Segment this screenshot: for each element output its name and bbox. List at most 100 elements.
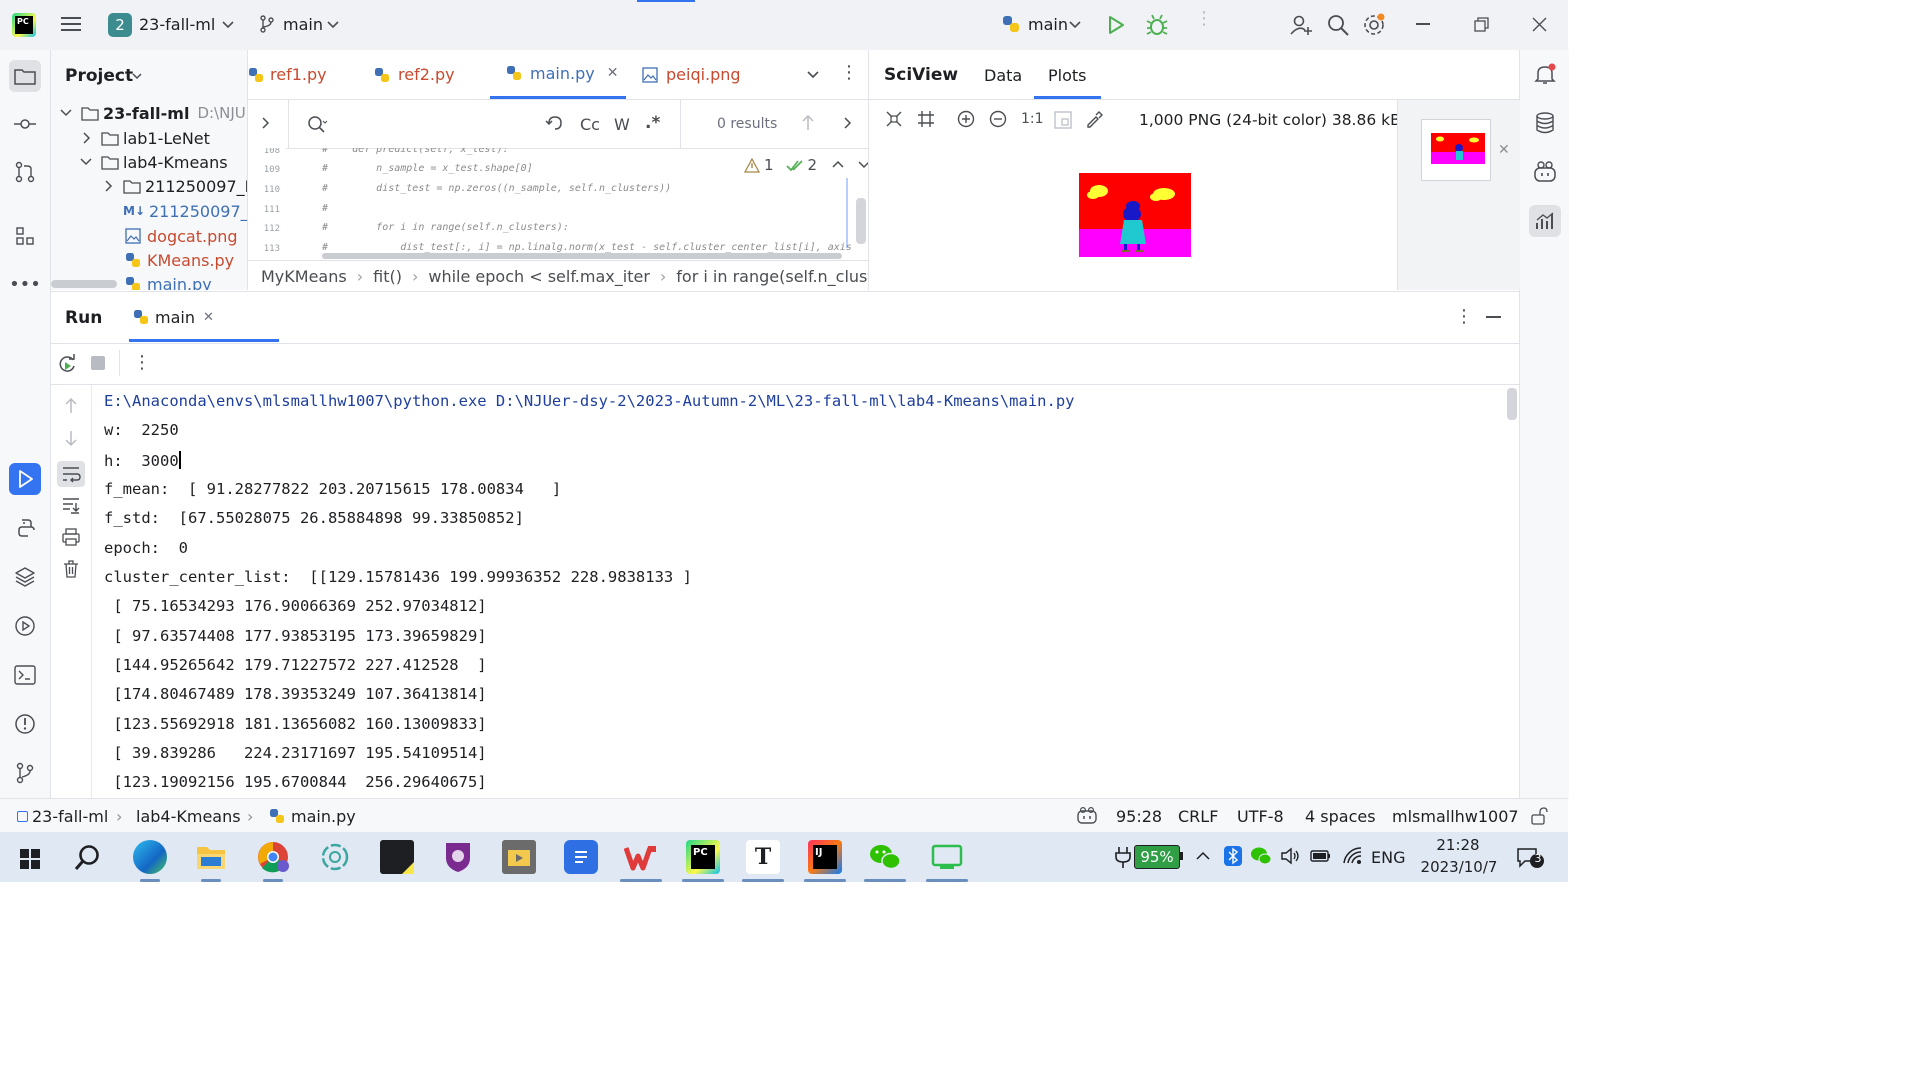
commit-icon[interactable] — [9, 108, 41, 140]
chrome-browser-icon[interactable] — [256, 840, 290, 874]
run-config-selector[interactable]: main — [1028, 15, 1068, 34]
editor-vertical-scrollbar[interactable] — [856, 198, 866, 244]
file-explorer-icon[interactable] — [194, 840, 228, 874]
find-input[interactable] — [332, 112, 536, 138]
scroll-down-arrow-icon[interactable] — [64, 429, 78, 447]
project-panel-title[interactable]: Project — [65, 66, 133, 86]
scroll-to-end-icon[interactable] — [61, 495, 81, 515]
typora-icon[interactable]: T — [746, 840, 780, 874]
services-icon[interactable] — [9, 610, 41, 642]
code-area[interactable]: 108 109 110 111 112 113 # def predict(se… — [248, 148, 868, 260]
more-actions-icon[interactable]: ⋮ — [1195, 10, 1213, 28]
close-tab-icon[interactable]: ✕ — [607, 65, 619, 81]
add-user-icon[interactable] — [1289, 13, 1313, 37]
university-app-icon[interactable] — [441, 840, 475, 874]
tree-item-lab4[interactable]: lab4-Kmeans — [79, 150, 228, 174]
rerun-icon[interactable] — [57, 354, 77, 374]
print-icon[interactable] — [61, 527, 81, 547]
terminal-icon[interactable] — [9, 659, 41, 691]
tab-ref1[interactable]: ref1.py — [248, 50, 368, 99]
battery-indicator[interactable]: 95% — [1134, 845, 1180, 869]
clear-trash-icon[interactable] — [61, 559, 81, 579]
regex-toggle[interactable]: .* — [645, 113, 660, 133]
battery-tray-icon[interactable] — [1310, 848, 1332, 864]
screen-share-icon[interactable] — [930, 840, 964, 874]
main-menu-icon[interactable] — [60, 14, 82, 34]
wechat-tray-icon[interactable] — [1250, 846, 1272, 866]
fit-to-window-icon[interactable] — [885, 110, 903, 128]
file-encoding[interactable]: UTF-8 — [1237, 807, 1284, 826]
horizontal-scrollbar[interactable] — [51, 280, 117, 288]
input-language[interactable]: ENG — [1371, 848, 1405, 867]
tab-ref2[interactable]: ref2.py — [374, 50, 484, 99]
tab-main[interactable]: main.py ✕ — [490, 50, 626, 99]
close-tab-icon[interactable]: ✕ — [203, 310, 214, 325]
pull-requests-icon[interactable] — [9, 156, 41, 188]
tree-item-subfolder[interactable]: 211250097_K — [103, 174, 247, 198]
tree-item-dogcat[interactable]: dogcat.png — [125, 224, 238, 248]
tab-peiqi[interactable]: peiqi.png — [642, 50, 782, 99]
python-interpreter[interactable]: mlsmallhw1007 — [1392, 807, 1519, 826]
soft-wrap-toggle-icon[interactable] — [57, 461, 85, 487]
history-icon[interactable] — [544, 114, 564, 132]
clock-time[interactable]: 21:28 — [1418, 836, 1498, 854]
close-window-icon[interactable] — [1532, 17, 1547, 32]
tree-item-markdown[interactable]: M↓ 211250097_K — [123, 199, 247, 223]
debug-icon[interactable] — [1146, 13, 1168, 37]
clock-date[interactable]: 2023/10/7 — [1414, 858, 1504, 876]
tray-overflow-chevron-icon[interactable] — [1195, 849, 1211, 863]
project-switcher[interactable]: 23-fall-ml — [139, 15, 215, 34]
tabs-overflow-chevron-icon[interactable] — [806, 68, 820, 82]
inspection-widget[interactable]: 1 2 — [744, 154, 868, 176]
intellij-icon[interactable]: IJ — [808, 840, 842, 874]
stop-icon[interactable] — [91, 356, 105, 370]
python-console-icon[interactable] — [9, 512, 41, 544]
restore-window-icon[interactable] — [1474, 17, 1489, 32]
minimize-window-icon[interactable] — [1416, 23, 1430, 25]
wifi-icon[interactable] — [1342, 846, 1364, 866]
color-picker-icon[interactable] — [1085, 110, 1103, 128]
tree-item-kmeans[interactable]: KMeans.py — [125, 248, 234, 272]
run-tab-main[interactable]: main ✕ — [129, 292, 279, 342]
database-icon[interactable] — [1529, 107, 1561, 139]
status-breadcrumb-file[interactable]: main.py — [291, 807, 356, 826]
more-tools-icon[interactable]: ••• — [9, 268, 41, 300]
indent-setting[interactable]: 4 spaces — [1305, 807, 1376, 826]
hide-panel-icon[interactable] — [1486, 316, 1501, 318]
previous-match-up-arrow-icon[interactable] — [801, 114, 815, 132]
breadcrumb-method[interactable]: fit() — [373, 267, 402, 286]
unlock-icon[interactable] — [1530, 807, 1548, 825]
plot-image[interactable] — [1077, 172, 1191, 258]
tree-item-lab1[interactable]: lab1-LeNet — [81, 126, 210, 150]
chatgpt-icon[interactable] — [318, 840, 352, 874]
chevron-down-icon[interactable] — [1068, 18, 1082, 32]
console-vertical-scrollbar[interactable] — [1507, 388, 1517, 420]
tree-item-main[interactable]: main.py — [125, 272, 212, 290]
actual-size-button[interactable]: 1:1 — [1021, 111, 1044, 127]
close-thumbnail-icon[interactable]: ✕ — [1498, 142, 1510, 158]
editor-horizontal-scrollbar[interactable] — [322, 253, 842, 259]
grid-icon[interactable] — [917, 110, 935, 128]
python-packages-icon[interactable] — [9, 561, 41, 593]
caret-position[interactable]: 95:28 — [1116, 807, 1162, 826]
wps-office-icon[interactable] — [624, 840, 658, 874]
pycharm-taskbar-icon[interactable]: PC — [686, 840, 720, 874]
problems-icon[interactable] — [9, 708, 41, 740]
run-tool-icon[interactable] — [9, 463, 41, 495]
next-match-chevron-icon[interactable] — [842, 116, 854, 130]
chevron-down-icon[interactable] — [326, 18, 340, 32]
sciview-tool-icon[interactable] — [1529, 205, 1561, 237]
git-icon[interactable] — [9, 757, 41, 789]
editor-more-icon[interactable]: ⋮ — [840, 62, 858, 83]
expand-replace-chevron-icon[interactable] — [260, 116, 272, 130]
media-player-icon[interactable] — [502, 840, 536, 874]
volume-icon[interactable] — [1280, 847, 1300, 865]
search-icon[interactable] — [1326, 13, 1350, 37]
scroll-up-arrow-icon[interactable] — [64, 397, 78, 415]
breadcrumb-class[interactable]: MyKMeans — [261, 267, 347, 286]
vcs-branch-widget[interactable]: main — [283, 15, 323, 34]
zoom-out-icon[interactable] — [989, 110, 1007, 128]
docs-app-icon[interactable] — [564, 840, 598, 874]
tree-item-root[interactable]: 23-fall-ml D:\NJU — [59, 101, 246, 125]
taskbar-search-icon[interactable] — [74, 844, 102, 872]
